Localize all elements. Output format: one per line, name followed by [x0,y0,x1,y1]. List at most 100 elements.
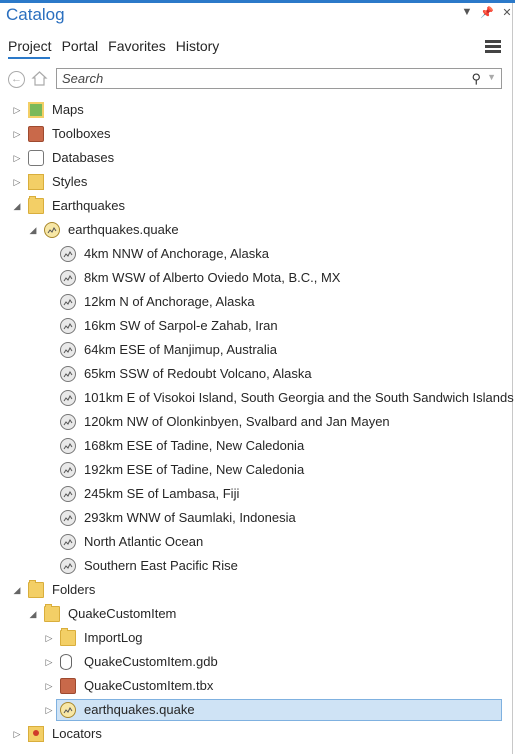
close-icon[interactable]: ✕ [500,6,514,19]
geodatabase-icon [60,654,72,670]
tree-item-label: Maps [52,102,84,117]
tree-item-label: 101km E of Visokoi Island, South Georgia… [84,390,514,405]
collapse-arrow-icon[interactable]: ◢ [28,602,38,626]
expand-arrow-icon[interactable]: ▷ [12,146,22,170]
tree-item[interactable]: ▷ Styles [0,170,512,194]
expand-arrow-icon[interactable]: ▷ [12,98,22,122]
pin-icon[interactable]: 📌 [480,6,494,19]
tree-item-label: Toolboxes [52,126,111,141]
tree-item[interactable]: 16km SW of Sarpol-e Zahab, Iran [0,314,512,338]
quake-item-icon [60,462,76,478]
search-dropdown-icon[interactable]: ▼ [487,72,496,82]
menu-icon[interactable] [485,40,501,54]
quake-item-icon [60,390,76,406]
tree-item[interactable]: 293km WNW of Saumlaki, Indonesia [0,506,512,530]
collapse-arrow-icon[interactable]: ◢ [12,578,22,602]
tree-item[interactable]: 64km ESE of Manjimup, Australia [0,338,512,362]
quake-item-icon [60,534,76,550]
tab-project[interactable]: Project [8,38,52,54]
collapse-arrow-icon[interactable]: ◢ [28,218,38,242]
tree-item-label: Styles [52,174,88,189]
expand-arrow-icon[interactable]: ▷ [44,698,54,722]
tree-item[interactable]: ▷ QuakeCustomItem.gdb [0,650,512,674]
back-arrow-icon[interactable]: ← [8,71,25,88]
quake-item-icon [60,342,76,358]
tree-item[interactable]: 12km N of Anchorage, Alaska [0,290,512,314]
tree-item[interactable]: ▷ ImportLog [0,626,512,650]
folder-icon [28,196,44,214]
quake-item-icon [60,558,76,574]
tab-favorites[interactable]: Favorites [108,38,166,54]
search-icon[interactable]: ⚲ [471,71,481,87]
pane-controls: ▼ 📌 ✕ [460,6,514,19]
expand-arrow-icon[interactable]: ▷ [44,626,54,650]
tree-item-label: 120km NW of Olonkinbyen, Svalbard and Ja… [84,414,390,429]
tree-item[interactable]: 101km E of Visokoi Island, South Georgia… [0,386,514,410]
quake-item-icon [60,438,76,454]
folder-icon [60,628,76,646]
expand-arrow-icon[interactable]: ▷ [12,170,22,194]
folders-icon [28,580,44,598]
quake-item-icon [60,294,76,310]
tree-item[interactable]: ◢ earthquakes.quake [0,218,512,242]
tree-item[interactable]: ◢ Earthquakes [0,194,512,218]
tree-item-label: Southern East Pacific Rise [84,558,238,573]
expand-arrow-icon[interactable]: ▷ [44,650,54,674]
expand-arrow-icon[interactable]: ▷ [44,674,54,698]
tree-item[interactable]: 4km NNW of Anchorage, Alaska [0,242,512,266]
quake-item-icon [60,486,76,502]
tree-item-label: 192km ESE of Tadine, New Caledonia [84,462,305,477]
tree-item[interactable]: ▷ Databases [0,146,512,170]
tree-item[interactable]: 192km ESE of Tadine, New Caledonia [0,458,512,482]
tree-item[interactable]: ▷ Maps [0,98,512,122]
options-dropdown-icon[interactable]: ▼ [460,6,474,19]
tree-item-label: North Atlantic Ocean [84,534,204,549]
tree-item[interactable]: ▷ earthquakes.quake [0,698,512,722]
tree-item-label: Folders [52,582,96,597]
search-input[interactable] [57,69,462,88]
toolbox-icon [28,126,44,142]
tree-item[interactable]: ▷ Locators [0,722,512,746]
tree-item-label: 65km SSW of Redoubt Volcano, Alaska [84,366,312,381]
tree-item[interactable]: ◢ Folders [0,578,512,602]
tree-item[interactable]: 168km ESE of Tadine, New Caledonia [0,434,512,458]
tree-item-label: 16km SW of Sarpol-e Zahab, Iran [84,318,278,333]
home-folder-icon [44,604,60,622]
collapse-arrow-icon[interactable]: ◢ [12,194,22,218]
tree-item-label: QuakeCustomItem [68,606,177,621]
home-icon[interactable] [31,70,48,87]
expand-arrow-icon[interactable]: ▷ [12,722,22,746]
tree-item-label: 293km WNW of Saumlaki, Indonesia [84,510,296,525]
tree-item-label: 4km NNW of Anchorage, Alaska [84,246,269,261]
tree-item[interactable]: ▷ QuakeCustomItem.tbx [0,674,512,698]
tree-item-label: 12km N of Anchorage, Alaska [84,294,255,309]
tree-item-label: QuakeCustomItem.tbx [84,678,214,693]
expand-arrow-icon[interactable]: ▷ [12,122,22,146]
tree-item-label: 245km SE of Lambasa, Fiji [84,486,240,501]
quake-file-icon [44,222,60,238]
quake-item-icon [60,414,76,430]
tree-item-label: 8km WSW of Alberto Oviedo Mota, B.C., MX [84,270,341,285]
tree-item[interactable]: ◢ QuakeCustomItem [0,602,512,626]
tab-portal[interactable]: Portal [62,38,99,54]
tree-item-label: earthquakes.quake [68,222,179,237]
tree-item-label: ImportLog [84,630,143,645]
tab-bar: Project Portal Favorites History [8,38,219,54]
quake-item-icon [60,318,76,334]
tree-item[interactable]: 65km SSW of Redoubt Volcano, Alaska [0,362,512,386]
tree-item-label: 168km ESE of Tadine, New Caledonia [84,438,305,453]
quake-item-icon [60,246,76,262]
tree-item[interactable]: 120km NW of Olonkinbyen, Svalbard and Ja… [0,410,512,434]
tree-item[interactable]: ▷ Toolboxes [0,122,512,146]
quake-file-icon [60,702,76,718]
tree-item[interactable]: Southern East Pacific Rise [0,554,512,578]
active-tab-indicator [8,57,50,59]
locators-icon [28,726,44,742]
tree-item[interactable]: 245km SE of Lambasa, Fiji [0,482,512,506]
tree-item-label: 64km ESE of Manjimup, Australia [84,342,277,357]
search-box[interactable]: ⚲ ▼ [56,68,502,89]
tree-item[interactable]: North Atlantic Ocean [0,530,512,554]
pane-title: Catalog [6,5,65,24]
tree-item[interactable]: 8km WSW of Alberto Oviedo Mota, B.C., MX [0,266,512,290]
tab-history[interactable]: History [176,38,220,54]
